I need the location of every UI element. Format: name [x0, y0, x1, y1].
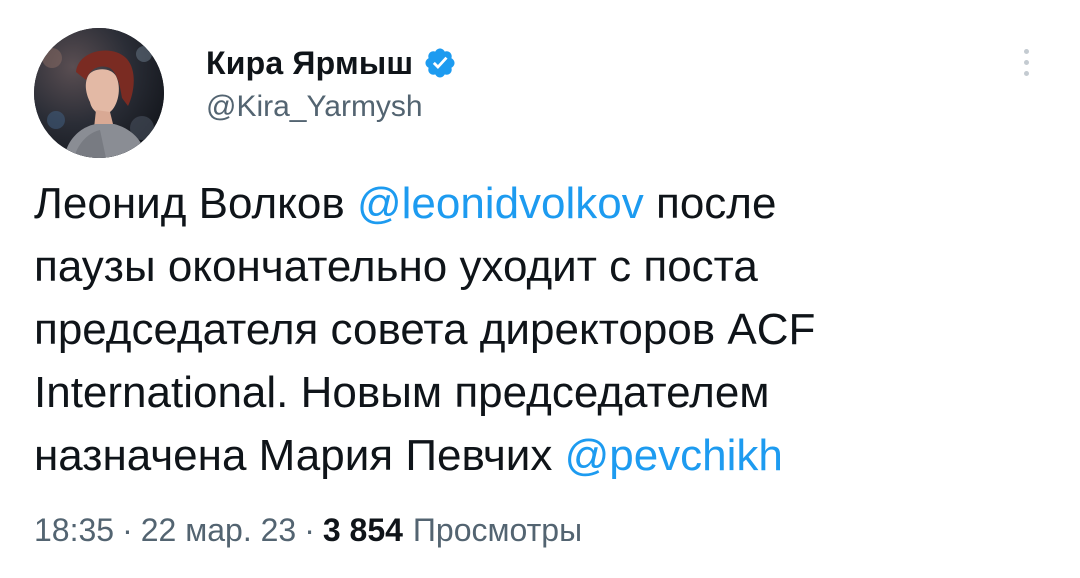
tweet-line: Леонид Волков @leonidvolkov после: [34, 172, 1044, 235]
author-name-row[interactable]: Кира Ярмыш: [206, 40, 457, 86]
mention-link[interactable]: @pevchikh: [565, 431, 783, 480]
tweet-date[interactable]: 22 мар. 23: [141, 512, 296, 549]
tweet-line: International. Новым председателем: [34, 361, 1044, 424]
more-dot: [1023, 59, 1029, 65]
more-dot: [1023, 48, 1029, 54]
tweet-text: Леонид Волков @leonidvolkov после паузы …: [34, 172, 1044, 487]
tweet-text-segment: председателя совета директоров ACF: [34, 305, 816, 354]
avatar-photo: [34, 28, 164, 158]
meta-separator: ·: [304, 512, 315, 548]
more-options-icon[interactable]: [1008, 40, 1044, 84]
verified-badge-icon[interactable]: [423, 46, 457, 80]
tweet-line: назначена Мария Певчих @pevchikh: [34, 424, 1044, 487]
tweet-meta: 18:35 · 22 мар. 23 · 3 854 Просмотры: [34, 512, 582, 549]
tweet-text-segment: Леонид Волков: [34, 179, 357, 228]
views-count[interactable]: 3 854: [323, 512, 403, 549]
meta-separator: ·: [122, 512, 133, 548]
tweet-text-segment: назначена Мария Певчих: [34, 431, 565, 480]
author-avatar[interactable]: [34, 28, 164, 158]
mention-link[interactable]: @leonidvolkov: [357, 179, 644, 228]
views-label[interactable]: Просмотры: [413, 512, 582, 549]
author-handle[interactable]: @Kira_Yarmysh: [206, 90, 423, 124]
tweet-text-segment: паузы окончательно уходит с поста: [34, 242, 758, 291]
more-dot: [1023, 70, 1029, 76]
tweet-text-segment: после: [643, 179, 777, 228]
tweet-line: председателя совета директоров ACF: [34, 298, 1044, 361]
tweet-time[interactable]: 18:35: [34, 512, 114, 549]
tweet-line: паузы окончательно уходит с поста: [34, 235, 1044, 298]
tweet-text-segment: International. Новым председателем: [34, 368, 770, 417]
author-display-name[interactable]: Кира Ярмыш: [206, 45, 413, 82]
tweet-card: Кира Ярмыш @Kira_Yarmysh Леонид Волков @…: [0, 0, 1080, 578]
